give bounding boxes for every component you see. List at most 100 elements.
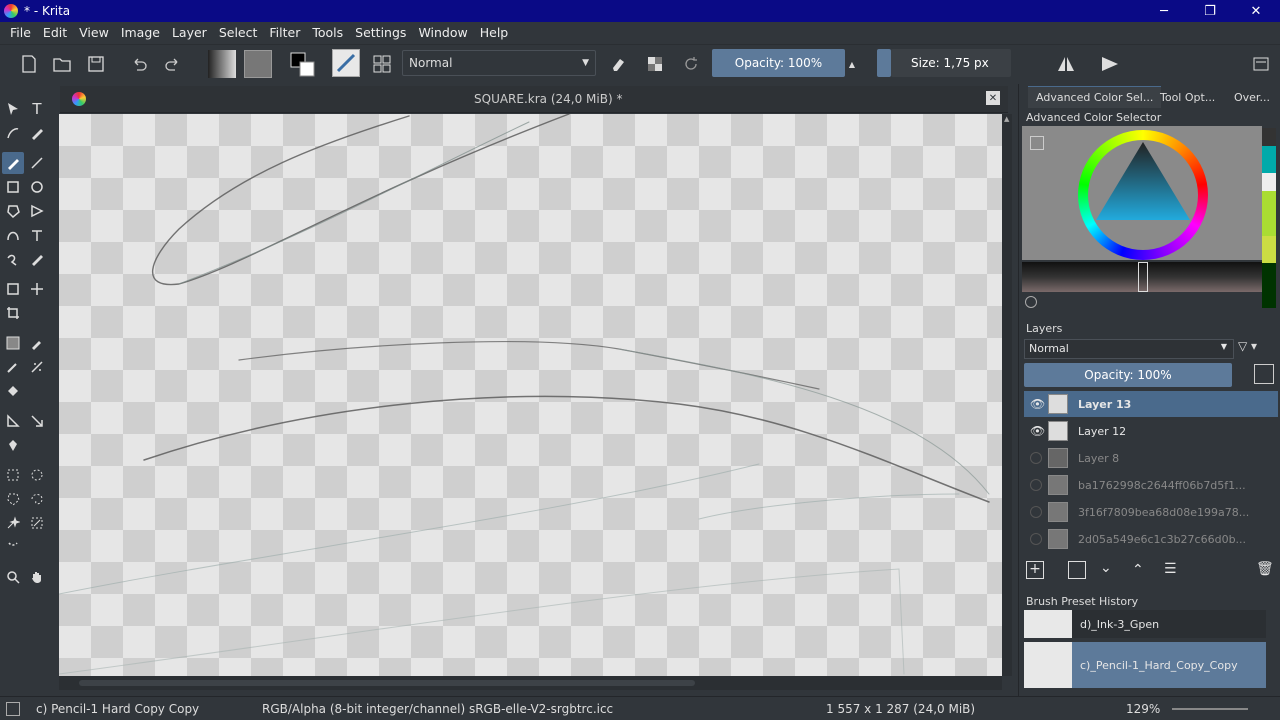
tab-overview[interactable]: Over...: [1226, 86, 1278, 108]
move-layer-down-icon[interactable]: ⌄: [1100, 560, 1112, 576]
layer-opacity-slider[interactable]: Opacity: 100%: [1024, 363, 1232, 387]
zoom-slider[interactable]: [1172, 708, 1248, 710]
layer-row[interactable]: 2d05a549e6c1c3b27c66d0b...: [1024, 526, 1278, 552]
transform-tool-icon[interactable]: [2, 278, 24, 300]
color-picker-tool-icon[interactable]: [26, 332, 48, 354]
ellipse-tool-icon[interactable]: [26, 176, 48, 198]
measure-tool-icon[interactable]: [2, 410, 24, 432]
polygon-tool-icon[interactable]: [2, 200, 24, 222]
zoom-tool-icon[interactable]: [2, 566, 24, 588]
polyline-tool-icon[interactable]: [26, 200, 48, 222]
layer-row[interactable]: ba1762998c2644ff06b7d5f1...: [1024, 472, 1278, 498]
eraser-icon[interactable]: [606, 52, 630, 76]
gradient-selector[interactable]: [208, 50, 236, 78]
menu-help[interactable]: Help: [474, 25, 515, 40]
duplicate-layer-icon[interactable]: [1068, 561, 1086, 579]
menu-settings[interactable]: Settings: [349, 25, 412, 40]
reload-preset-icon[interactable]: [679, 52, 703, 76]
document-tab-title[interactable]: SQUARE.kra (24,0 MiB) *: [474, 92, 622, 106]
blend-mode-select[interactable]: Normal ▼: [402, 50, 596, 76]
menu-filter[interactable]: Filter: [263, 25, 306, 40]
freehand-path-tool-icon[interactable]: [26, 224, 48, 246]
contiguous-selection-tool-icon[interactable]: [2, 512, 24, 534]
minimize-button[interactable]: ─: [1141, 0, 1187, 22]
freehand-brush-tool-icon[interactable]: [2, 152, 24, 174]
fill-tool-icon[interactable]: [2, 380, 24, 402]
mirror-horizontal-icon[interactable]: [1054, 52, 1078, 76]
bezier-tool-icon[interactable]: [2, 224, 24, 246]
reference-images-tool-icon[interactable]: [2, 434, 24, 456]
add-layer-icon[interactable]: +: [1026, 561, 1044, 579]
scrollbar-handle[interactable]: [79, 680, 695, 686]
drawing-canvas[interactable]: [59, 114, 1002, 676]
delete-layer-icon[interactable]: 🗑: [1256, 561, 1274, 577]
undo-icon[interactable]: [128, 52, 150, 76]
layer-row[interactable]: Layer 8: [1024, 445, 1278, 471]
calligraphy-tool-icon[interactable]: [26, 122, 48, 144]
layer-row[interactable]: 👁 Layer 13: [1024, 391, 1278, 417]
menu-edit[interactable]: Edit: [37, 25, 73, 40]
magnetic-selection-tool-icon[interactable]: [2, 536, 24, 558]
crop-tool-icon[interactable]: [2, 302, 24, 324]
menu-file[interactable]: File: [4, 25, 37, 40]
alpha-lock-icon[interactable]: [643, 52, 667, 76]
layer-properties-list-icon[interactable]: ☰: [1164, 561, 1177, 577]
select-shape-tool-icon[interactable]: [2, 98, 24, 120]
workspace-icon[interactable]: [370, 52, 394, 76]
dynamic-brush-tool-icon[interactable]: [2, 248, 24, 270]
assistant-tool-icon[interactable]: [26, 410, 48, 432]
tab-advanced-color-selector[interactable]: Advanced Color Sel...: [1028, 86, 1162, 108]
hidden-eye-icon[interactable]: [1030, 533, 1042, 545]
canvas-vertical-scrollbar[interactable]: ▲: [1002, 114, 1012, 676]
layer-row[interactable]: 3f16f7809bea68d08e199a78...: [1024, 499, 1278, 525]
edit-shapes-tool-icon[interactable]: [2, 122, 24, 144]
polygonal-selection-tool-icon[interactable]: [2, 488, 24, 510]
size-slider[interactable]: Size: 1,75 px: [891, 49, 1011, 77]
canvas-horizontal-scrollbar[interactable]: [59, 676, 1002, 690]
colorize-mask-tool-icon[interactable]: [2, 356, 24, 378]
eye-icon[interactable]: 👁: [1030, 424, 1045, 438]
close-document-icon[interactable]: ✕: [986, 91, 1000, 105]
text-tool-icon[interactable]: T: [26, 98, 48, 120]
layer-filter-icon[interactable]: ▽ ▾: [1238, 339, 1274, 359]
layer-row[interactable]: 👁 Layer 12: [1024, 418, 1278, 444]
smart-patch-tool-icon[interactable]: [26, 356, 48, 378]
move-tool-icon[interactable]: [26, 278, 48, 300]
menu-tools[interactable]: Tools: [306, 25, 349, 40]
hidden-eye-icon[interactable]: [1030, 452, 1042, 464]
maximize-button[interactable]: ❐: [1187, 0, 1233, 22]
save-icon[interactable]: [85, 52, 107, 76]
brush-history-item[interactable]: c)_Pencil-1_Hard_Copy_Copy: [1024, 642, 1266, 688]
rectangle-tool-icon[interactable]: [2, 176, 24, 198]
freehand-selection-tool-icon[interactable]: [26, 488, 48, 510]
color-settings-icon[interactable]: [1030, 136, 1044, 150]
rectangular-selection-tool-icon[interactable]: [2, 464, 24, 486]
eye-icon[interactable]: 👁: [1030, 397, 1045, 411]
menu-window[interactable]: Window: [412, 25, 473, 40]
close-window-button[interactable]: ✕: [1233, 0, 1279, 22]
hidden-eye-icon[interactable]: [1030, 506, 1042, 518]
layer-blend-mode-select[interactable]: Normal ▼: [1024, 339, 1234, 359]
new-document-icon[interactable]: [18, 52, 40, 76]
menu-layer[interactable]: Layer: [166, 25, 213, 40]
color-swatch-icon[interactable]: [288, 50, 316, 78]
elliptical-selection-tool-icon[interactable]: [26, 464, 48, 486]
color-history-strip[interactable]: [1262, 128, 1276, 308]
redo-icon[interactable]: [162, 52, 184, 76]
menu-view[interactable]: View: [73, 25, 115, 40]
open-document-icon[interactable]: [51, 52, 73, 76]
reset-color-icon[interactable]: [1025, 296, 1037, 308]
layer-properties-icon[interactable]: [1254, 364, 1274, 384]
tab-tool-options[interactable]: Tool Opt...: [1152, 86, 1223, 108]
color-gradient-bar[interactable]: [1022, 262, 1262, 292]
mirror-vertical-icon[interactable]: [1098, 52, 1122, 76]
multibrush-tool-icon[interactable]: [26, 248, 48, 270]
opacity-spin-icon[interactable]: ▲: [847, 52, 857, 76]
opacity-slider[interactable]: Opacity: 100%: [712, 49, 845, 77]
hidden-eye-icon[interactable]: [1030, 479, 1042, 491]
pattern-selector[interactable]: [244, 50, 272, 78]
pan-tool-icon[interactable]: [26, 566, 48, 588]
menu-image[interactable]: Image: [115, 25, 166, 40]
menu-select[interactable]: Select: [213, 25, 264, 40]
line-tool-icon[interactable]: [26, 152, 48, 174]
